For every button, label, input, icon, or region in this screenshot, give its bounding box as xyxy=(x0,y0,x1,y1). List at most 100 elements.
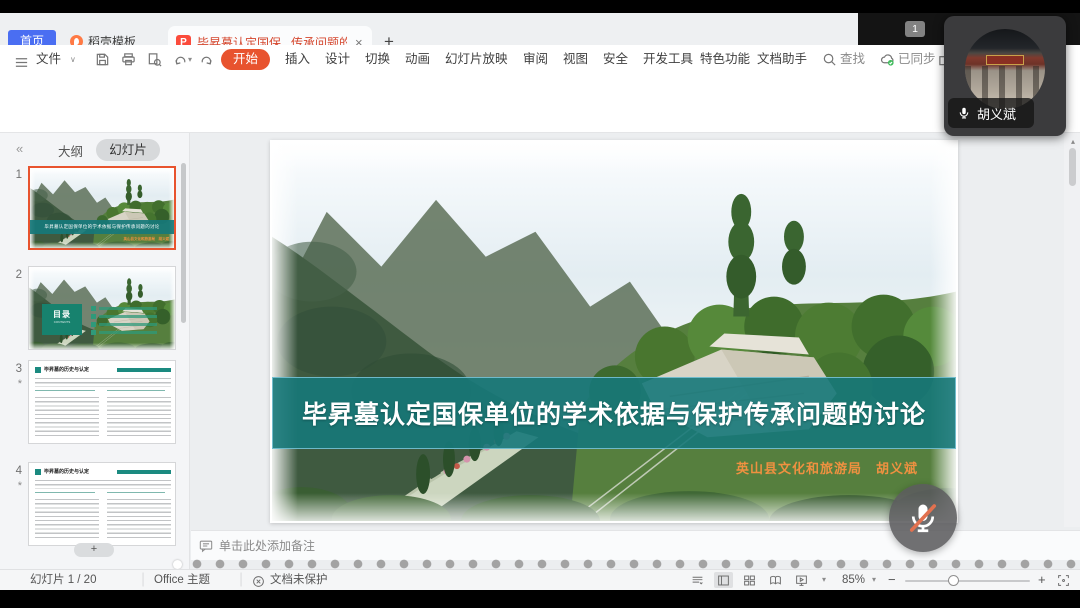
divider: │ xyxy=(238,570,245,590)
menu-tab-review[interactable]: 审阅 xyxy=(523,45,548,74)
collapse-panel-icon[interactable]: « xyxy=(16,141,23,156)
slide-canvas[interactable]: 毕昇墓认定国保单位的学术依据与保护传承问题的讨论 英山县文化和旅游局 胡义斌 xyxy=(270,140,958,523)
slide-credit[interactable]: 英山县文化和旅游局 胡义斌 xyxy=(736,458,918,477)
text-line xyxy=(35,480,171,489)
search-icon[interactable] xyxy=(822,52,838,68)
slideshow-icon[interactable] xyxy=(792,572,811,588)
menu-tab-home[interactable]: 开始 xyxy=(221,49,270,70)
undo-caret-icon[interactable]: ▾ xyxy=(188,45,192,74)
menu-synced[interactable]: 已同步 xyxy=(898,45,936,74)
tab-outline[interactable]: 大纲 xyxy=(58,141,83,160)
tab-slides[interactable]: 幻灯片 xyxy=(96,139,160,161)
toc-box: 目录 CONTENTS xyxy=(42,304,82,335)
zoom-out-button[interactable]: − xyxy=(888,570,896,590)
toc-item xyxy=(91,314,157,319)
menu-tab-view[interactable]: 视图 xyxy=(563,45,588,74)
menu-tab-slideshow[interactable]: 幻灯片放映 xyxy=(445,45,508,74)
slide-number: 2 xyxy=(6,269,22,281)
video-call-window[interactable]: 胡义斌 xyxy=(944,16,1066,136)
normal-view-icon[interactable] xyxy=(714,572,733,588)
slide-number: 1 xyxy=(6,169,22,181)
menu-tab-transition[interactable]: 切换 xyxy=(365,45,390,74)
thumb-header: 毕昇墓的历史与认定 xyxy=(35,366,89,373)
zoom-slider-track[interactable] xyxy=(905,580,1030,582)
toc-item xyxy=(91,322,157,327)
mute-button[interactable] xyxy=(889,484,957,552)
menu-find[interactable]: 查找 xyxy=(840,45,865,74)
thumb-header-bar xyxy=(117,470,171,474)
fit-window-icon[interactable] xyxy=(1054,572,1073,588)
participant-name: 胡义斌 xyxy=(977,104,1016,123)
screen: 首页 稻壳模板 P 毕昇墓认定国保...传承问题的讨论 × + 1 文件 ∨ ▾… xyxy=(0,0,1080,608)
slide-sorter-icon[interactable] xyxy=(740,572,759,588)
slide-thumbnail-2[interactable]: 目录 CONTENTS xyxy=(28,266,176,350)
zoom-in-button[interactable]: + xyxy=(1038,570,1046,590)
text-line xyxy=(107,390,165,393)
notes-toggle-icon[interactable] xyxy=(688,572,707,588)
thumbnail-photo xyxy=(30,168,174,248)
divider: │ xyxy=(140,570,147,590)
slide-thumbnail-1[interactable]: 毕昇墓认定国保单位的学术依据与保护传承问题的讨论 英山县文化和旅游局 胡义斌 xyxy=(28,166,176,250)
menu-tab-features[interactable]: 特色功能 xyxy=(700,45,750,74)
share-border-dots xyxy=(192,559,1080,569)
slide-number: 3 xyxy=(6,363,22,375)
protection-icon xyxy=(252,573,265,593)
menu-tab-animation[interactable]: 动画 xyxy=(405,45,430,74)
window-count-badge[interactable]: 1 xyxy=(905,21,925,37)
redo-icon[interactable] xyxy=(199,52,215,68)
thumb-title-banner: 毕昇墓认定国保单位的学术依据与保护传承问题的讨论 xyxy=(30,220,174,234)
cloud-sync-icon[interactable] xyxy=(880,52,896,68)
participant-name-bar: 胡义斌 xyxy=(948,98,1034,128)
text-line xyxy=(35,390,95,393)
animation-star-icon: * xyxy=(6,378,22,390)
participant-avatar xyxy=(965,29,1045,109)
zoom-level[interactable]: 85% xyxy=(842,570,865,590)
thumb-credit: 英山县文化和旅游局 胡义斌 xyxy=(124,237,170,242)
zoom-caret-icon[interactable]: ▾ xyxy=(872,570,876,590)
slide-title: 毕昇墓认定国保单位的学术依据与保护传承问题的讨论 xyxy=(302,395,926,431)
main-scrollbar[interactable] xyxy=(1069,148,1076,186)
share-border-dot-active xyxy=(173,560,182,569)
microphone-icon xyxy=(957,106,971,120)
scroll-up-icon[interactable]: ▴ xyxy=(1071,137,1075,146)
undo-icon[interactable] xyxy=(173,52,189,68)
text-line xyxy=(35,492,95,495)
slide-thumbnail-3[interactable]: 毕昇墓的历史与认定 xyxy=(28,360,176,444)
menu-tab-design[interactable]: 设计 xyxy=(325,45,350,74)
menu-tab-devtools[interactable]: 开发工具 xyxy=(643,45,693,74)
view-more-caret-icon[interactable]: ▾ xyxy=(822,570,826,590)
toc-item xyxy=(91,330,157,335)
text-line xyxy=(35,378,171,387)
thumb-header: 毕昇墓的历史与认定 xyxy=(35,468,89,475)
zoom-slider-handle[interactable] xyxy=(948,575,959,586)
menu-file[interactable]: 文件 xyxy=(36,45,61,74)
text-line xyxy=(107,397,171,439)
microphone-muted-icon xyxy=(905,500,941,536)
sidebar-scrollbar[interactable] xyxy=(181,163,186,323)
protection-status[interactable]: 文档未保护 xyxy=(270,570,328,590)
reading-view-icon[interactable] xyxy=(766,572,785,588)
status-bar: 幻灯片 1 / 20 │ Office 主题 │ 文档未保护 ▾ 85% ▾ −… xyxy=(0,569,1080,590)
print-preview-icon[interactable] xyxy=(147,52,163,68)
text-line xyxy=(35,499,99,541)
menu-bar: 文件 ∨ ▾ 开始 插入 设计 切换 动画 幻灯片放映 审阅 视图 安全 开发工… xyxy=(0,45,1080,74)
theme-button[interactable]: Office 主题 xyxy=(154,570,210,590)
menu-tab-security[interactable]: 安全 xyxy=(603,45,628,74)
slide-counter: 幻灯片 1 / 20 xyxy=(30,570,96,590)
file-caret-icon: ∨ xyxy=(70,45,76,74)
toolbar: 粘贴▾ 剪切 复制 格式刷 从当前开始▾ 新建幻灯片▾ 版式▾ 重置 xyxy=(0,74,1080,133)
title-banner[interactable]: 毕昇墓认定国保单位的学术依据与保护传承问题的讨论 xyxy=(272,377,956,449)
thumb-header-bar xyxy=(117,368,171,372)
text-line xyxy=(107,499,171,541)
notes-placeholder[interactable]: 单击此处添加备注 xyxy=(219,537,315,554)
menu-tab-insert[interactable]: 插入 xyxy=(285,45,310,74)
slide-thumbnail-4[interactable]: 毕昇墓的历史与认定 xyxy=(28,462,176,546)
animation-star-icon: * xyxy=(6,480,22,492)
notes-icon xyxy=(199,539,213,553)
menu-tab-assistant[interactable]: 文档助手 xyxy=(757,45,807,74)
print-icon[interactable] xyxy=(121,52,137,68)
add-slide-button[interactable]: + xyxy=(74,543,114,557)
save-icon[interactable] xyxy=(95,52,111,68)
right-scroll-strip xyxy=(1064,133,1080,527)
slide-number: 4 xyxy=(6,465,22,477)
